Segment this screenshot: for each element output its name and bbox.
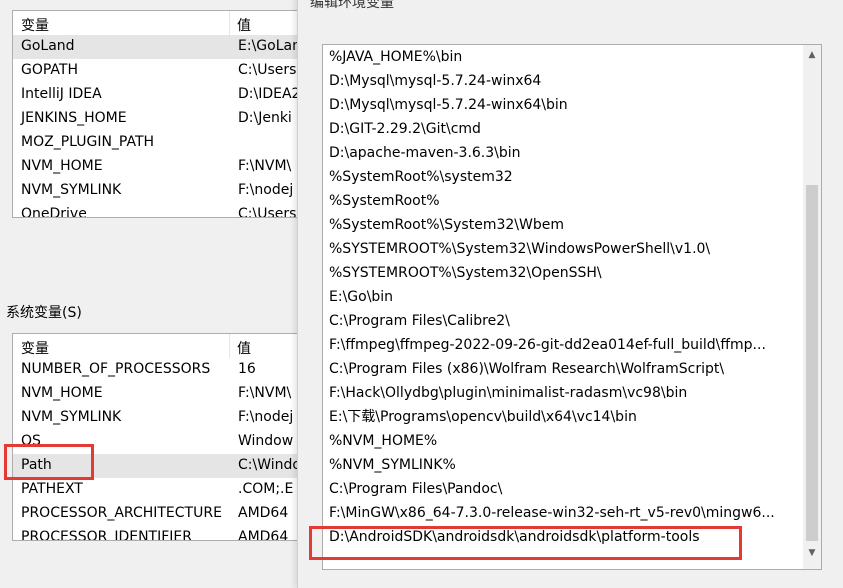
path-entry-androidsdk-platform-tools[interactable]: D:\AndroidSDK\androidsdk\androidsdk\plat…: [323, 525, 793, 549]
table-row[interactable]: NVM_HOME F:\NVM\: [13, 155, 303, 179]
variable-name: JENKINS_HOME: [21, 110, 127, 126]
dialog-title: 编辑环境变量: [310, 0, 394, 11]
variable-value: C:\Users: [238, 206, 297, 218]
variable-name: PROCESSOR_IDENTIFIER: [21, 529, 192, 541]
path-entry[interactable]: %SystemRoot%\System32\Wbem: [323, 213, 793, 237]
table-row[interactable]: NVM_SYMLINK F:\nodej: [13, 179, 303, 203]
system-variables-list[interactable]: 变量 值 NUMBER_OF_PROCESSORS 16 NVM_HOME F:\N…: [12, 333, 304, 541]
variable-value: C:\Users: [238, 62, 297, 78]
path-entry[interactable]: D:\Mysql\mysql-5.7.24-winx64\bin: [323, 93, 793, 117]
path-entry[interactable]: %NVM_SYMLINK%: [323, 453, 793, 477]
variable-name: PROCESSOR_ARCHITECTURE: [21, 505, 222, 521]
table-row[interactable]: GoLand E:\GoLan: [13, 35, 303, 59]
path-entry[interactable]: %SYSTEMROOT%\System32\WindowsPowerShell\…: [323, 237, 793, 261]
variable-value: E:\GoLan: [238, 38, 301, 54]
variable-value: D:\Jenki: [238, 110, 292, 126]
path-entry[interactable]: C:\Program Files\Calibre2\: [323, 309, 793, 333]
table-row[interactable]: MOZ_PLUGIN_PATH: [13, 131, 303, 155]
column-header-value[interactable]: 值: [237, 15, 251, 35]
path-entry[interactable]: E:\下载\Programs\opencv\build\x64\vc14\bin: [323, 405, 793, 429]
variable-name: NUMBER_OF_PROCESSORS: [21, 361, 211, 377]
table-row[interactable]: OS Window: [13, 430, 303, 454]
system-variables-label: 系统变量(S): [6, 305, 82, 321]
path-entry[interactable]: E:\Go\bin: [323, 285, 793, 309]
table-row[interactable]: JENKINS_HOME D:\Jenki: [13, 107, 303, 131]
user-variables-list[interactable]: 变量 值 GoLand E:\GoLan GOPATH C:\Users Intel…: [12, 10, 304, 218]
variable-value: .COM;.E: [238, 481, 294, 497]
variable-name: GOPATH: [21, 62, 78, 78]
variable-name: NVM_SYMLINK: [21, 409, 122, 425]
variable-name: PATHEXT: [21, 481, 83, 497]
variable-value: F:\nodej: [238, 182, 294, 198]
path-entry[interactable]: D:\GIT-2.29.2\Git\cmd: [323, 117, 793, 141]
variable-name: Path: [21, 457, 52, 473]
column-header-variable[interactable]: 变量: [21, 338, 49, 358]
path-entry[interactable]: %SYSTEMROOT%\System32\OpenSSH\: [323, 261, 793, 285]
table-row[interactable]: NVM_HOME F:\NVM\: [13, 382, 303, 406]
variable-value: F:\NVM\: [238, 158, 292, 174]
variable-value: Window: [238, 433, 294, 449]
scrollbar-thumb[interactable]: [806, 185, 818, 541]
table-row[interactable]: PROCESSOR_ARCHITECTURE AMD64: [13, 502, 303, 526]
column-divider[interactable]: [229, 334, 230, 358]
path-entry[interactable]: F:\MinGW\x86_64-7.3.0-release-win32-seh-…: [323, 501, 793, 525]
path-entry[interactable]: %SystemRoot%\system32: [323, 165, 793, 189]
edit-environment-variable-dialog: 编辑环境变量 %JAVA_HOME%\bin D:\Mysql\mysql-5.…: [297, 0, 843, 588]
variable-name: GoLand: [21, 38, 75, 54]
column-header-value[interactable]: 值: [237, 338, 251, 358]
chevron-down-icon[interactable]: ▼: [803, 545, 821, 561]
path-entry[interactable]: %NVM_HOME%: [323, 429, 793, 453]
variable-name: NVM_HOME: [21, 158, 103, 174]
column-divider[interactable]: [229, 11, 230, 35]
variable-value: D:\IDEA2: [238, 86, 301, 102]
variable-value: 16: [238, 361, 256, 377]
variable-name: NVM_HOME: [21, 385, 103, 401]
variable-name: OS: [21, 433, 41, 449]
user-variables-header: 变量 值: [13, 11, 303, 35]
system-variables-header: 变量 值: [13, 334, 303, 358]
path-entry[interactable]: C:\Program Files (x86)\Wolfram Research\…: [323, 357, 793, 381]
column-header-variable[interactable]: 变量: [21, 15, 49, 35]
variable-name: IntelliJ IDEA: [21, 86, 102, 102]
table-row[interactable]: PROCESSOR_IDENTIFIER AMD64: [13, 526, 303, 541]
path-entry[interactable]: %JAVA_HOME%\bin: [323, 45, 793, 69]
path-entry[interactable]: F:\Hack\Ollydbg\plugin\minimalist-radasm…: [323, 381, 793, 405]
variable-value: AMD64: [238, 505, 289, 521]
variable-name: OneDrive: [21, 206, 87, 218]
path-entry[interactable]: %SystemRoot%: [323, 189, 793, 213]
variable-name: NVM_SYMLINK: [21, 182, 122, 198]
chevron-up-icon[interactable]: ▲: [803, 47, 821, 63]
path-entry[interactable]: D:\Mysql\mysql-5.7.24-winx64: [323, 69, 793, 93]
table-row[interactable]: IntelliJ IDEA D:\IDEA2: [13, 83, 303, 107]
variable-value: C:\Windo: [238, 457, 301, 473]
table-row[interactable]: OneDrive C:\Users: [13, 203, 303, 218]
variable-name: MOZ_PLUGIN_PATH: [21, 134, 155, 150]
path-entry[interactable]: D:\apache-maven-3.6.3\bin: [323, 141, 793, 165]
path-entry[interactable]: C:\Program Files\Pandoc\: [323, 477, 793, 501]
variable-value: F:\NVM\: [238, 385, 292, 401]
variable-value: AMD64: [238, 529, 289, 541]
vertical-scrollbar[interactable]: ▲ ▼: [803, 45, 821, 569]
table-row-path[interactable]: Path C:\Windo: [13, 454, 303, 478]
table-row[interactable]: GOPATH C:\Users: [13, 59, 303, 83]
table-row[interactable]: NUMBER_OF_PROCESSORS 16: [13, 358, 303, 382]
path-entries-list[interactable]: %JAVA_HOME%\bin D:\Mysql\mysql-5.7.24-wi…: [322, 44, 822, 570]
path-entry[interactable]: F:\ffmpeg\ffmpeg-2022-09-26-git-dd2ea014…: [323, 333, 793, 357]
variable-value: F:\nodej: [238, 409, 294, 425]
table-row[interactable]: NVM_SYMLINK F:\nodej: [13, 406, 303, 430]
table-row[interactable]: PATHEXT .COM;.E: [13, 478, 303, 502]
